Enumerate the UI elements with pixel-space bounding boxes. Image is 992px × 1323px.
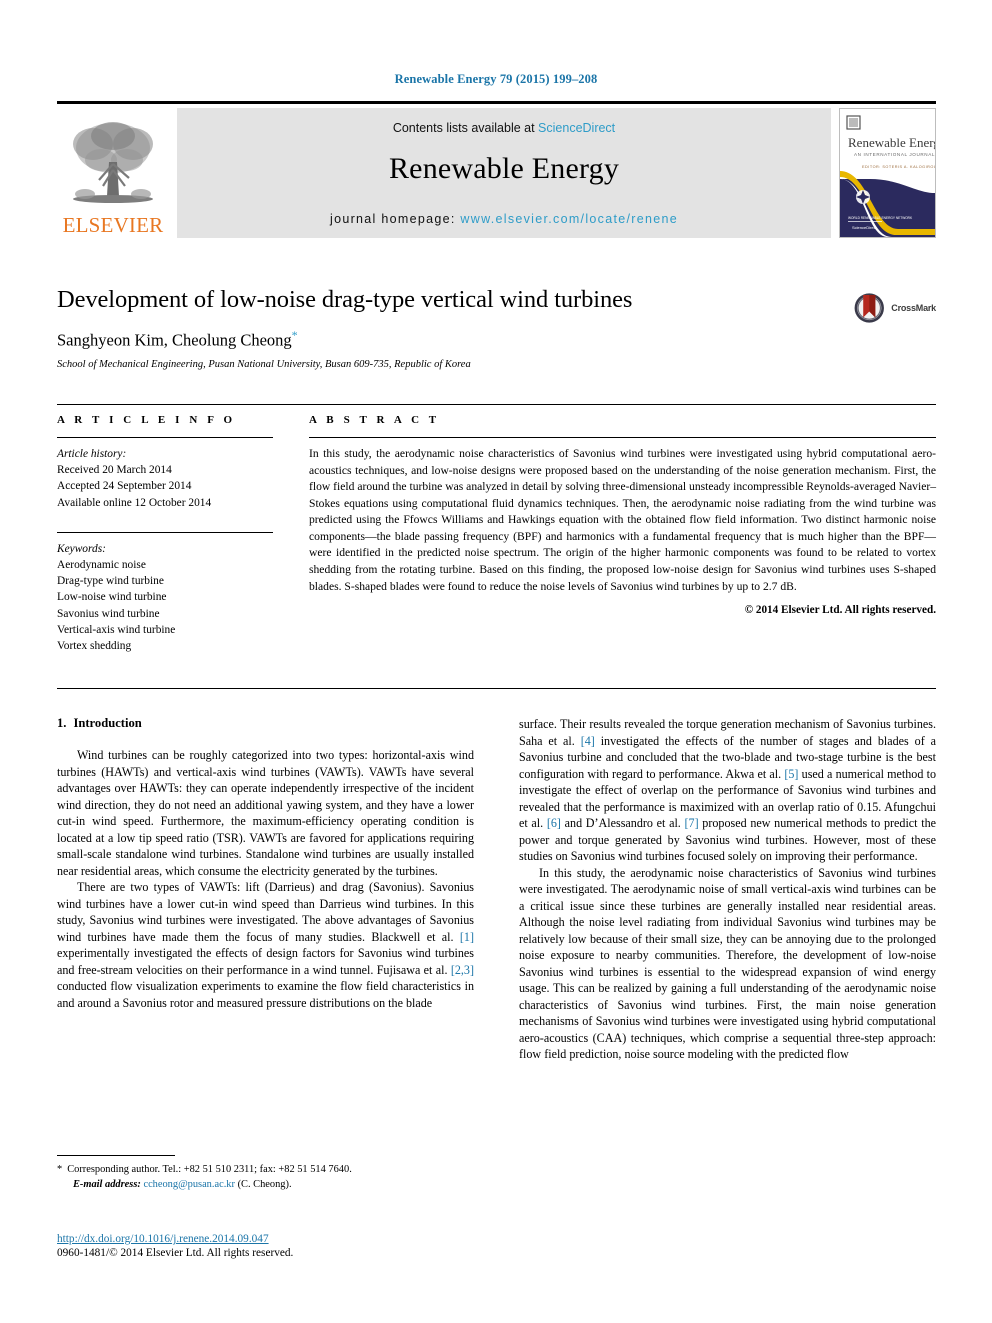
keywords-rule [57,531,273,533]
paragraph-text: experimentally investigated the effects … [57,946,474,977]
abstract-bottom-rule [57,688,936,689]
corresponding-author-footnote: * Corresponding author. Tel.: +82 51 510 … [57,1162,474,1177]
masthead-center-band: Contents lists available at ScienceDirec… [177,108,831,238]
sciencedirect-link[interactable]: ScienceDirect [538,121,615,135]
section-number: 1. [57,716,67,730]
doi-link[interactable]: http://dx.doi.org/10.1016/j.renene.2014.… [57,1233,557,1245]
cover-artwork: Renewable Energy AN INTERNATIONAL JOURNA… [840,109,935,237]
svg-text:WORLD RENEWABLE ENERGY NETWORK: WORLD RENEWABLE ENERGY NETWORK [848,216,913,220]
article-info-heading: A R T I C L E I N F O [57,414,236,426]
affiliation: School of Mechanical Engineering, Pusan … [57,359,471,371]
elsevier-logo: ELSEVIER [57,108,169,238]
info-top-rule [57,404,936,405]
footnote-rule [57,1155,175,1156]
running-head: Renewable Energy 79 (2015) 199–208 [394,72,598,86]
history-item: Available online 12 October 2014 [57,496,212,509]
citation-link[interactable]: [7] [685,816,699,830]
contents-prefix: Contents lists available at [392,121,539,135]
abstract-column: A B S T R A C T In this study, the aerod… [309,414,936,654]
crossmark-label: CrossMark [891,303,936,313]
keyword-item: Drag-type wind turbine [57,575,164,588]
author-names: Sanghyeon Kim, Cheolung Cheong [57,330,292,350]
journal-homepage-line: journal homepage: www.elsevier.com/locat… [177,212,831,226]
elsevier-wordmark: ELSEVIER [62,213,164,237]
keyword-item: Aerodynamic noise [57,558,146,571]
citation-link[interactable]: [6] [547,816,561,830]
footnote-bullet: * [57,1164,63,1175]
issn-copyright-line: 0960-1481/© 2014 Elsevier Ltd. All right… [57,1247,294,1259]
elsevier-tree-icon [73,122,153,203]
email-footnote: E-mail address: ccheong@pusan.ac.kr (C. … [57,1177,474,1192]
article-info-rule [57,437,273,438]
keyword-item: Vertical-axis wind turbine [57,623,176,636]
article-info-column: A R T I C L E I N F O Article history: R… [57,414,309,654]
homepage-url-link[interactable]: www.elsevier.com/locate/renene [460,212,678,226]
homepage-prefix: journal homepage: [330,212,461,226]
corresponding-author-text: Corresponding author. Tel.: +82 51 510 2… [67,1164,352,1175]
keyword-item: Low-noise wind turbine [57,591,167,604]
doi-block: http://dx.doi.org/10.1016/j.renene.2014.… [57,1233,557,1259]
email-suffix: (C. Cheong). [237,1179,292,1191]
paragraph-text: and D’Alessandro et al. [560,816,685,830]
article-history-group: Article history: Received 20 March 2014 … [57,446,273,511]
citation-link[interactable]: [4] [581,734,595,748]
journal-cover-thumbnail: Renewable Energy AN INTERNATIONAL JOURNA… [839,108,936,238]
keywords-label: Keywords: [57,542,106,555]
paragraph: In this study, the aerodynamic noise cha… [519,865,936,1062]
svg-text:AN INTERNATIONAL JOURNAL: AN INTERNATIONAL JOURNAL [854,152,935,157]
body-columns: 1. Introduction Wind turbines can be roug… [57,716,936,1063]
journal-masthead: ELSEVIER Contents lists available at Sci… [57,101,936,238]
paragraph-text: There are two types of VAWTs: lift (Darr… [57,880,474,944]
corresponding-author-marker: * [291,327,298,342]
crossmark-badge[interactable]: CrossMark [852,286,936,330]
author-list: Sanghyeon Kim, Cheolung Cheong* [57,328,936,351]
keywords-group: Keywords: Aerodynamic noise Drag-type wi… [57,541,273,654]
info-abstract-region: A R T I C L E I N F O Article history: R… [57,414,936,654]
abstract-rule [309,437,936,438]
citation-link[interactable]: [5] [784,767,798,781]
history-item: Received 20 March 2014 [57,464,172,477]
keyword-item: Savonius wind turbine [57,607,160,620]
email-label: E-mail address: [73,1179,141,1191]
section-heading-introduction: 1. Introduction [57,716,474,731]
abstract-text: In this study, the aerodynamic noise cha… [309,447,936,593]
journal-title: Renewable Energy [388,152,620,185]
title-block: Development of low-noise drag-type verti… [57,286,936,370]
paragraph: Wind turbines can be roughly categorized… [57,748,474,878]
svg-text:Renewable Energy: Renewable Energy [848,135,935,150]
body-column-left: 1. Introduction Wind turbines can be roug… [57,716,474,1063]
crossmark-icon [854,293,884,323]
abstract-heading: A B S T R A C T [309,414,440,426]
page-title: Development of low-noise drag-type verti… [57,286,633,313]
citation-link[interactable]: [1] [460,930,474,944]
body-column-right: surface. Their results revealed the torq… [519,716,936,1063]
article-history-label: Article history: [57,448,127,460]
svg-text:EDITOR: SOTERIS A. KALOGIROU: EDITOR: SOTERIS A. KALOGIROU [862,165,935,169]
svg-text:ScienceDirect: ScienceDirect [852,225,878,230]
email-link[interactable]: ccheong@pusan.ac.kr [143,1179,235,1190]
article-page: Renewable Energy 79 (2015) 199–208 ELSEV… [0,0,992,1323]
paragraph: There are two types of VAWTs: lift (Darr… [57,879,474,1011]
abstract-copyright: © 2014 Elsevier Ltd. All rights reserved… [744,604,936,617]
section-title: Introduction [73,716,142,730]
citation-link[interactable]: [2,3] [451,963,474,977]
contents-available-line: Contents lists available at ScienceDirec… [177,121,831,135]
footnote-block: * Corresponding author. Tel.: +82 51 510 … [57,1155,474,1192]
history-item: Accepted 24 September 2014 [57,480,192,493]
paragraph: surface. Their results revealed the torq… [519,716,936,865]
keyword-item: Vortex shedding [57,639,132,652]
paragraph-text: conducted flow visualization experiments… [57,979,474,1010]
